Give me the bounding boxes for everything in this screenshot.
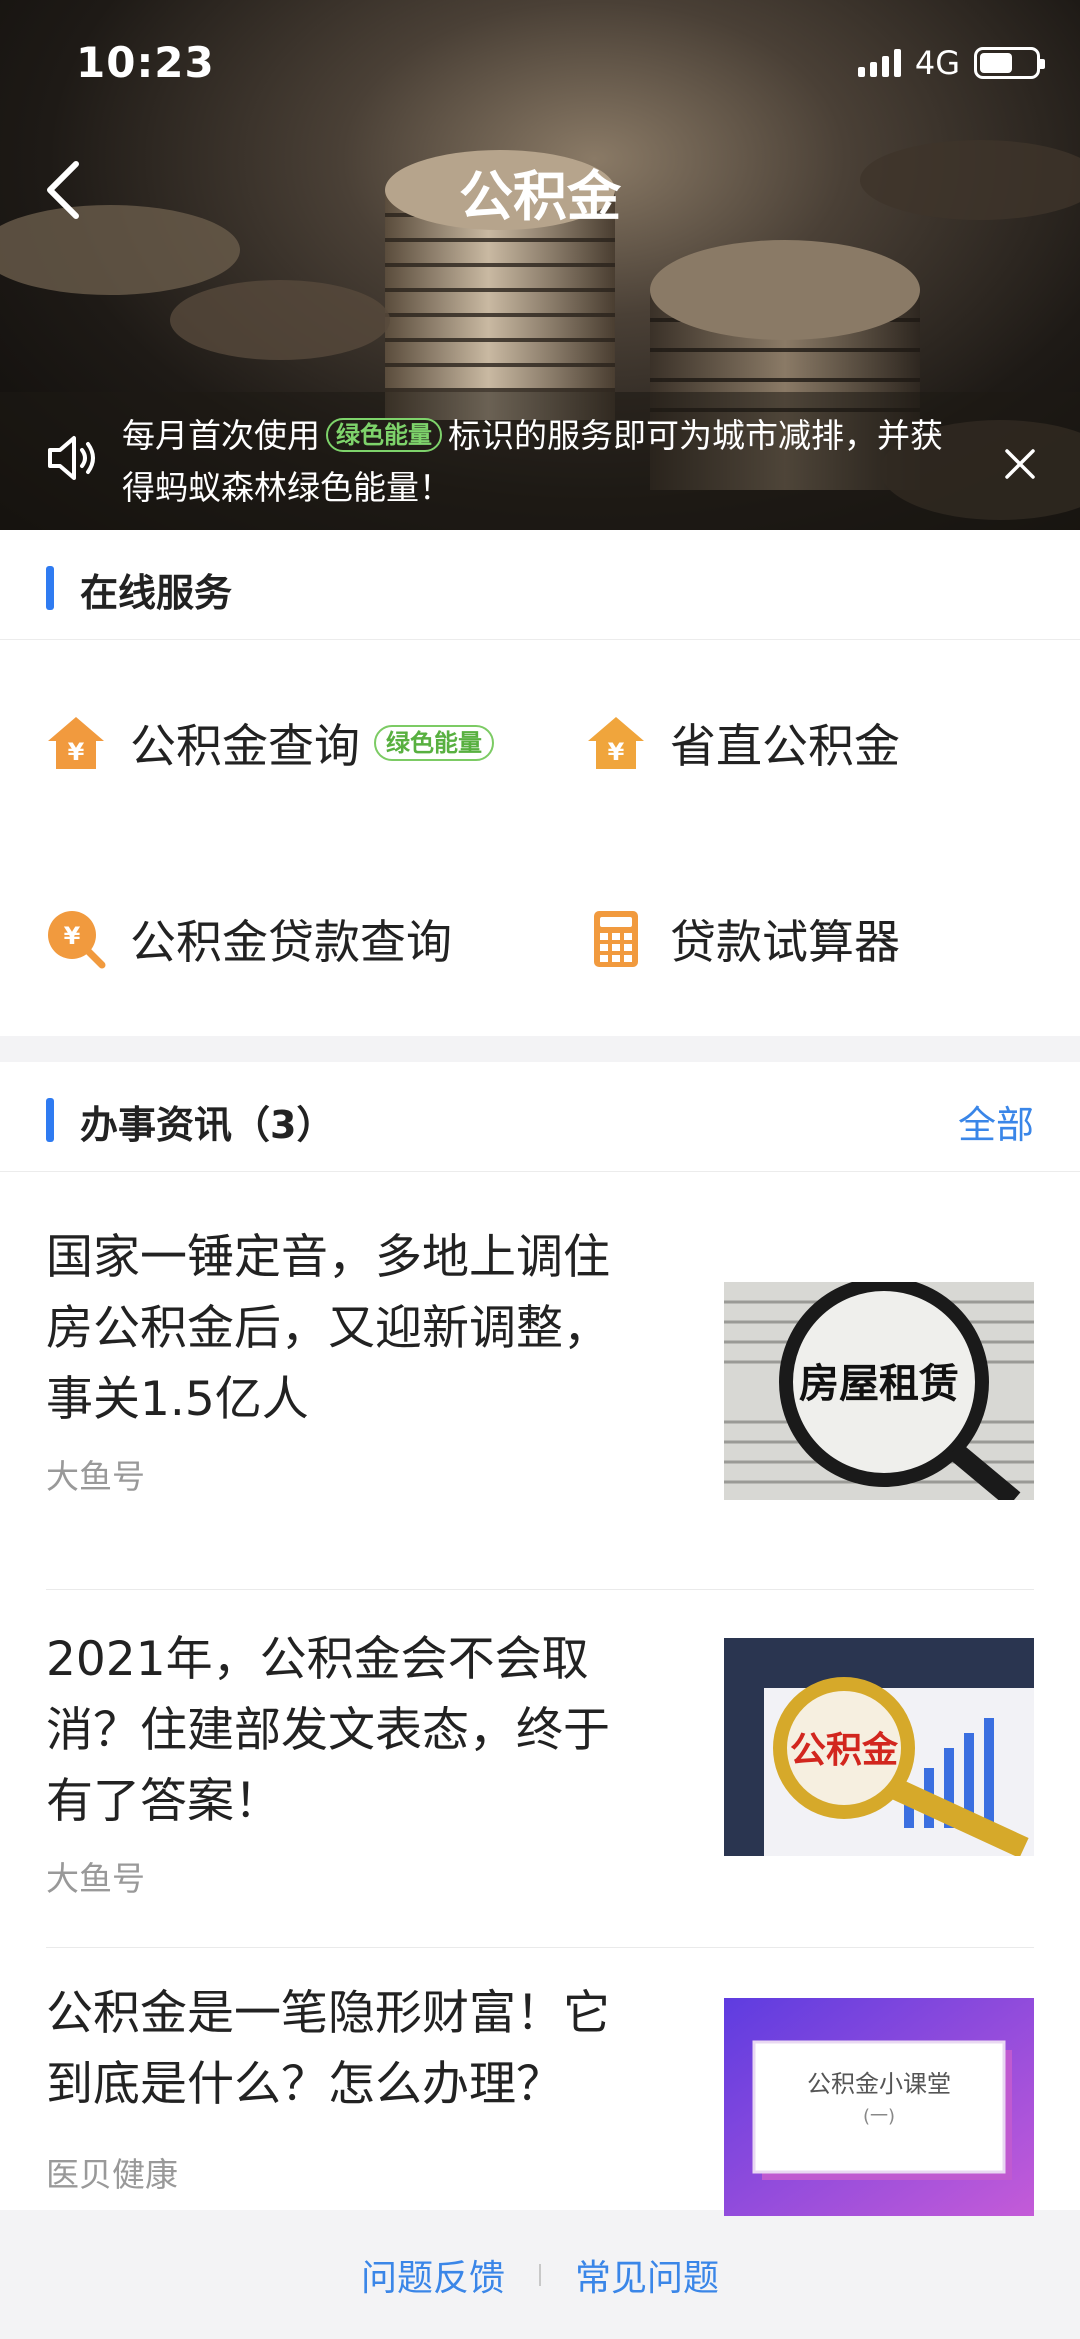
thumbnail-caption: 公积金小课堂 <box>807 2070 951 2098</box>
section-title: 在线服务 <box>80 571 233 615</box>
green-energy-tag: 绿色能量 <box>374 725 494 761</box>
service-label: 公积金贷款查询 <box>130 915 452 969</box>
service-label: 贷款试算器 <box>670 915 900 969</box>
network-label: 4G <box>914 44 960 82</box>
svg-text:¥: ¥ <box>68 738 85 766</box>
service-loan-query[interactable]: ¥ 公积金贷款查询 <box>46 906 452 972</box>
green-energy-tag: 绿色能量 <box>326 418 442 452</box>
footer-divider <box>539 2263 541 2286</box>
faq-link[interactable]: 常见问题 <box>575 2249 719 2301</box>
news-source: 医贝健康 <box>46 2155 178 2194</box>
notice-banner: 每月首次使用 绿色能量 标识的服务即可为城市减排，并获得蚂蚁森林绿色能量！ <box>0 392 1080 530</box>
news-section: 办事资讯（3） 全部 国家一锤定音，多地上调住房公积金后，又迎新调整，事关1.5… <box>0 1062 1080 2216</box>
service-label: 公积金查询 <box>130 719 360 773</box>
feedback-link[interactable]: 问题反馈 <box>361 2249 505 2301</box>
news-thumbnail: 房屋租赁 <box>724 1282 1034 1500</box>
status-time: 10:23 <box>76 38 215 87</box>
section-accent-bar <box>46 1098 54 1142</box>
calculator-icon <box>594 911 638 967</box>
service-label: 省直公积金 <box>670 719 900 773</box>
thumbnail-subcaption: (一) <box>863 2106 895 2127</box>
section-header: 在线服务 <box>0 530 1080 640</box>
house-yen-icon: ¥ <box>48 717 104 769</box>
news-item[interactable]: 公积金是一笔隐形财富！它到底是什么？怎么办理？ 医贝健康 公积金小课堂 (一) <box>46 1948 1034 2216</box>
course-card-image: 公积金小课堂 (一) <box>724 1998 1034 2216</box>
news-title: 公积金是一笔隐形财富！它到底是什么？怎么办理？ <box>46 1986 610 2112</box>
online-services-section: 在线服务 ¥ 公积金查询 绿色能量 ¥ 省直公积金 ¥ 公积金贷款查询 贷款试算… <box>0 530 1080 1036</box>
section-header: 办事资讯（3） 全部 <box>0 1062 1080 1172</box>
svg-text:¥: ¥ <box>64 922 81 950</box>
speaker-icon <box>48 436 95 480</box>
news-title: 国家一锤定音，多地上调住房公积金后，又迎新调整，事关1.5亿人 <box>46 1230 610 1427</box>
close-icon[interactable] <box>1004 448 1036 480</box>
notice-text-before: 每月首次使用 <box>122 416 320 455</box>
news-thumbnail: 公积金小课堂 (一) <box>724 1998 1034 2216</box>
status-icons: 4G <box>857 44 1045 82</box>
news-source: 大鱼号 <box>46 1457 145 1496</box>
service-loan-calculator[interactable]: 贷款试算器 <box>586 906 900 972</box>
newspaper-magnifier-image: 房屋租赁 <box>724 1282 1034 1500</box>
header-banner: 10:23 4G 公积金 每月首次使用 绿色能量 标识的服务即可为城市减排，并获得蚂… <box>0 0 1080 530</box>
view-all-link[interactable]: 全部 <box>958 1094 1034 1149</box>
news-title: 2021年，公积金会不会取消？住建部发文表态，终于有了答案！ <box>46 1632 610 1829</box>
news-item[interactable]: 国家一锤定音，多地上调住房公积金后，又迎新调整，事关1.5亿人 大鱼号 房屋租赁 <box>46 1222 1034 1590</box>
footer-links: 问题反馈 常见问题 <box>0 2210 1080 2339</box>
notice-text: 每月首次使用 绿色能量 标识的服务即可为城市减排，并获得蚂蚁森林绿色能量！ <box>122 410 962 514</box>
news-source: 大鱼号 <box>46 1859 145 1898</box>
news-item[interactable]: 2021年，公积金会不会取消？住建部发文表态，终于有了答案！ 大鱼号 公积金 <box>46 1590 1034 1948</box>
section-accent-bar <box>46 566 54 610</box>
page-title: 公积金 <box>459 165 621 228</box>
thumbnail-caption: 房屋租赁 <box>799 1361 959 1407</box>
section-title: 办事资讯（3） <box>80 1103 335 1147</box>
signal-icon <box>857 49 901 77</box>
search-yen-icon: ¥ <box>48 911 106 969</box>
service-fund-query[interactable]: ¥ 公积金查询 绿色能量 <box>46 710 494 776</box>
battery-icon <box>974 47 1045 79</box>
thumbnail-caption: 公积金 <box>790 1729 899 1771</box>
house-yen-icon: ¥ <box>588 717 644 769</box>
news-thumbnail: 公积金 <box>724 1638 1034 1856</box>
service-provincial-fund[interactable]: ¥ 省直公积金 <box>586 710 900 776</box>
svg-text:¥: ¥ <box>608 738 625 766</box>
chart-magnifier-image: 公积金 <box>724 1638 1034 1856</box>
